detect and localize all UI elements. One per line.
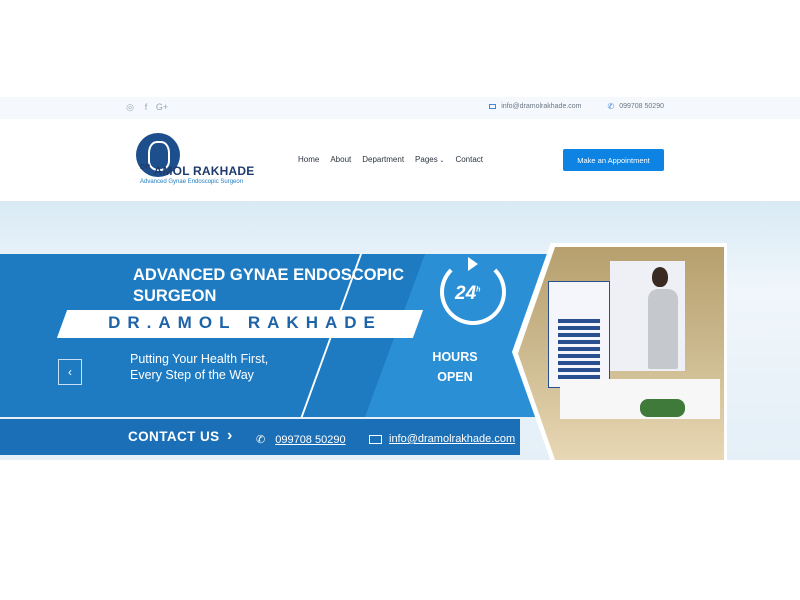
hours-line-2: OPEN bbox=[437, 370, 473, 384]
top-phone-text[interactable]: 099708 50290 bbox=[619, 103, 664, 110]
contact-us-label: CONTACT US bbox=[128, 429, 220, 444]
chevron-left-icon: ‹ bbox=[68, 365, 72, 379]
phone-icon: ✆ bbox=[256, 434, 266, 446]
clock-number: 24h bbox=[455, 283, 480, 305]
nav-about[interactable]: About bbox=[330, 155, 351, 164]
banner-tagline: Putting Your Health First, Every Step of… bbox=[130, 351, 268, 383]
google-plus-icon[interactable]: G+ bbox=[156, 101, 168, 113]
make-appointment-button[interactable]: Make an Appointment bbox=[563, 149, 664, 171]
nav-pages-label: Pages bbox=[415, 155, 438, 164]
logo-prefix: DR bbox=[140, 164, 151, 171]
site-logo[interactable]: DR AMOL RAKHADE Advanced Gynae Endoscopi… bbox=[136, 133, 254, 187]
nav-department[interactable]: Department bbox=[362, 155, 404, 164]
logo-tagline: Advanced Gynae Endoscopic Surgeon bbox=[140, 179, 244, 185]
logo-name: DR AMOL RAKHADE bbox=[140, 164, 254, 178]
chevron-right-icon: › bbox=[227, 427, 233, 444]
hours-open: HOURS OPEN bbox=[422, 347, 488, 387]
banner-phone[interactable]: ✆ 099708 50290 bbox=[256, 433, 346, 447]
banner-heading: ADVANCED GYNAE ENDOSCOPIC SURGEON bbox=[133, 266, 405, 305]
top-email[interactable]: info@dramolrakhade.com bbox=[489, 102, 582, 111]
top-contact-info: info@dramolrakhade.com ✆ 099708 50290 bbox=[489, 102, 664, 111]
doctor-name: DR.AMOL RAKHADE bbox=[108, 313, 382, 332]
chevron-down-icon: ⌄ bbox=[437, 158, 445, 164]
photo-flowers bbox=[640, 399, 685, 417]
clock-suffix: h bbox=[476, 286, 481, 294]
top-info-bar: ◎ f G+ info@dramolrakhade.com ✆ 099708 5… bbox=[0, 97, 800, 119]
slider-prev-button[interactable]: ‹ bbox=[58, 359, 82, 385]
logo-title: AMOL RAKHADE bbox=[153, 164, 255, 178]
banner-email[interactable]: info@dramolrakhade.com bbox=[369, 433, 515, 445]
primary-nav: Home About Department Pages ⌄ Contact bbox=[298, 155, 483, 164]
top-email-text[interactable]: info@dramolrakhade.com bbox=[501, 103, 581, 110]
clock-arrow-icon bbox=[468, 257, 478, 271]
hero-banner: ADVANCED GYNAE ENDOSCOPIC SURGEON DR.AMO… bbox=[0, 201, 800, 460]
mail-icon bbox=[489, 104, 497, 109]
hours-line-1: HOURS bbox=[432, 350, 478, 364]
instagram-icon[interactable]: ◎ bbox=[126, 101, 134, 113]
banner-phone-link[interactable]: 099708 50290 bbox=[275, 434, 345, 446]
tagline-line-1: Putting Your Health First, bbox=[130, 352, 269, 366]
nav-home[interactable]: Home bbox=[298, 155, 319, 164]
speaker-figure bbox=[648, 289, 678, 369]
photo-table bbox=[560, 379, 720, 419]
nav-contact[interactable]: Contact bbox=[455, 155, 483, 164]
phone-icon: ✆ bbox=[607, 102, 615, 111]
social-links: ◎ f G+ bbox=[126, 101, 168, 113]
top-phone[interactable]: ✆ 099708 50290 bbox=[608, 102, 664, 111]
envelope-icon bbox=[369, 434, 382, 444]
main-navbar: DR AMOL RAKHADE Advanced Gynae Endoscopi… bbox=[0, 119, 800, 201]
clock-number-text: 24 bbox=[455, 283, 477, 304]
nav-pages[interactable]: Pages ⌄ bbox=[415, 155, 444, 164]
facebook-icon[interactable]: f bbox=[142, 101, 150, 113]
photo-poster-lines bbox=[558, 319, 600, 379]
tagline-line-2: Every Step of the Way bbox=[130, 368, 254, 382]
banner-email-link[interactable]: info@dramolrakhade.com bbox=[389, 433, 515, 445]
speaker-head bbox=[652, 267, 668, 287]
